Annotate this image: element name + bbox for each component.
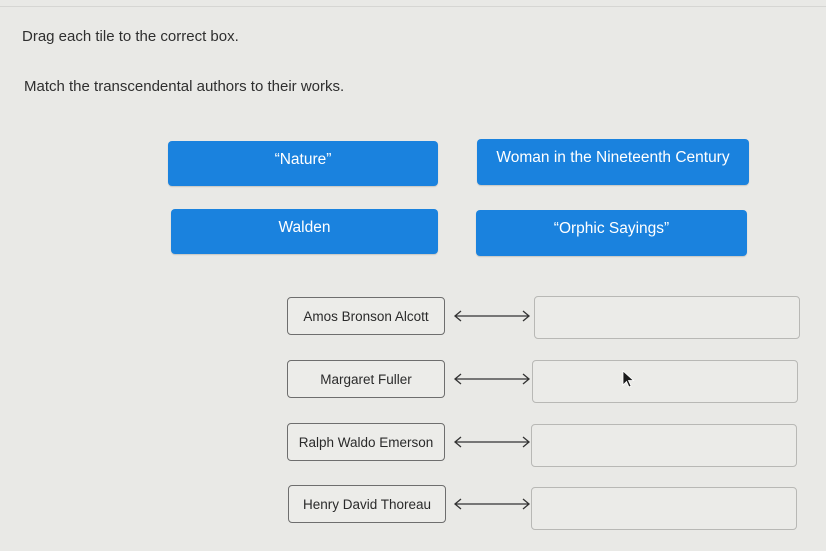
tile-walden[interactable]: Walden: [171, 209, 438, 254]
tile-nature[interactable]: “Nature”: [168, 141, 438, 186]
drop-box-emerson[interactable]: [531, 424, 797, 467]
instruction-drag: Drag each tile to the correct box.: [22, 28, 239, 45]
author-label-fuller: Margaret Fuller: [287, 360, 445, 398]
drop-box-thoreau[interactable]: [531, 487, 797, 530]
mouse-pointer-icon: [622, 370, 635, 388]
top-divider: [0, 6, 826, 7]
double-arrow-icon: [453, 498, 531, 510]
tile-orphic-sayings[interactable]: “Orphic Sayings”: [476, 210, 747, 256]
author-label-thoreau: Henry David Thoreau: [288, 485, 446, 523]
author-label-alcott: Amos Bronson Alcott: [287, 297, 445, 335]
double-arrow-icon: [453, 310, 531, 322]
drop-box-fuller[interactable]: [532, 360, 798, 403]
double-arrow-icon: [453, 436, 531, 448]
tile-woman-in-the-nineteenth-century[interactable]: Woman in the Nineteenth Century: [477, 139, 749, 185]
author-label-emerson: Ralph Waldo Emerson: [287, 423, 445, 461]
instruction-match: Match the transcendental authors to thei…: [24, 78, 345, 95]
drop-box-alcott[interactable]: [534, 296, 800, 339]
double-arrow-icon: [453, 373, 531, 385]
